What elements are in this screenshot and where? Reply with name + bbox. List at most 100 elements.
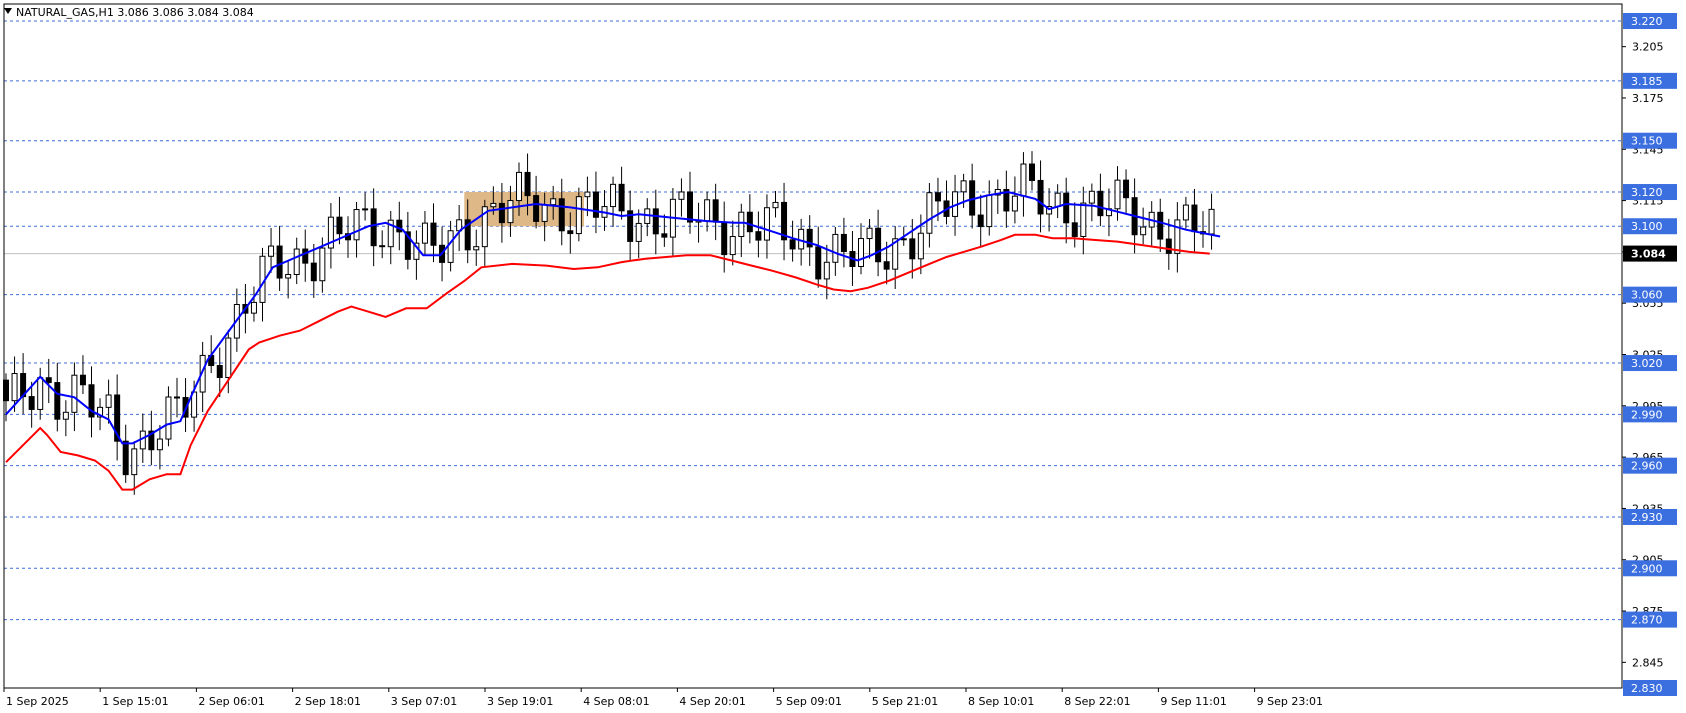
candle-body [516, 171, 522, 202]
level-label: 2.990 [1631, 408, 1663, 421]
candle-body [156, 438, 163, 451]
candle-body [319, 247, 326, 282]
candle-body [840, 233, 847, 253]
price-chart[interactable]: 3.2053.1753.1453.1153.0853.0553.0252.995… [0, 0, 1686, 713]
candle-body [533, 195, 540, 222]
candle-body [1140, 226, 1147, 236]
candle-body [789, 239, 796, 250]
candle-body [353, 209, 360, 241]
level-label: 3.060 [1631, 289, 1663, 302]
candle-body [909, 238, 916, 260]
candle-body [704, 199, 711, 222]
candle-body [276, 245, 283, 279]
time-tick-label: 9 Sep 23:01 [1257, 695, 1323, 708]
candle-body [746, 211, 753, 233]
candle-body [1054, 192, 1061, 208]
candle-body [165, 396, 172, 440]
candle-body [1191, 204, 1198, 233]
candle-body [635, 222, 642, 242]
candle-body [772, 201, 779, 209]
candle-body [1088, 190, 1095, 204]
candle-body [986, 194, 993, 228]
candle-body [1165, 238, 1172, 254]
candle-body [285, 274, 292, 279]
candle-body [174, 396, 180, 399]
candle-body [815, 246, 822, 280]
candle-body [1208, 208, 1215, 235]
candle-body [498, 202, 505, 224]
candle-body [610, 183, 617, 208]
candle-body [678, 191, 685, 200]
candle-body [934, 192, 941, 202]
candle-body [370, 208, 377, 247]
candle-body [362, 208, 369, 211]
candle-body [584, 191, 591, 198]
level-label: 2.870 [1631, 614, 1663, 627]
price-tick-label: 2.845 [1632, 656, 1664, 669]
moving-average-line [5, 233, 1210, 491]
candle-body [421, 222, 428, 244]
candle-body [336, 216, 343, 235]
candle-body [1123, 179, 1130, 199]
candle-body [473, 246, 480, 251]
candle-body [1174, 219, 1181, 254]
candle-body [1063, 192, 1070, 224]
candle-body [1029, 163, 1035, 181]
time-tick-label: 3 Sep 19:01 [487, 695, 553, 708]
candle-body [1071, 222, 1078, 237]
price-tick-label: 3.205 [1632, 41, 1664, 54]
candle-body [1097, 190, 1104, 217]
time-tick-label: 5 Sep 21:01 [872, 695, 938, 708]
candle-body [250, 301, 257, 314]
level-label: 2.930 [1631, 511, 1663, 524]
time-tick-label: 1 Sep 2025 [6, 695, 69, 708]
candle-body [302, 248, 309, 264]
candle-body [45, 377, 52, 384]
time-tick-label: 2 Sep 06:01 [198, 695, 264, 708]
price-tick-label: 3.175 [1632, 92, 1664, 105]
candle-body [917, 232, 924, 260]
candle-body [977, 214, 984, 228]
candle-body [1037, 179, 1044, 215]
candle-body [866, 227, 873, 240]
candle-body [268, 245, 275, 257]
candle-body [712, 199, 719, 223]
candle-body [37, 377, 44, 410]
candle-body [1114, 179, 1121, 210]
candle-body [550, 198, 557, 206]
candle-body [1011, 195, 1018, 212]
candle-body [293, 248, 300, 276]
candle-body [490, 202, 497, 208]
candle-body [11, 373, 18, 402]
candle-body [567, 230, 574, 235]
axes: 3.2053.1753.1453.1153.0853.0553.0252.995… [3, 3, 1664, 708]
level-label: 2.960 [1631, 460, 1663, 473]
candle-body [687, 191, 693, 223]
level-lines [4, 20, 1622, 689]
candle-body [729, 236, 736, 256]
candle-body [661, 233, 668, 238]
candle-body [1182, 204, 1189, 221]
candle-body [652, 208, 659, 235]
time-tick-label: 1 Sep 15:01 [102, 695, 168, 708]
candle-body [1080, 202, 1087, 237]
candle-body [541, 204, 548, 222]
time-tick-label: 8 Sep 10:01 [968, 695, 1034, 708]
candle-body [105, 394, 112, 408]
time-tick-label: 2 Sep 18:01 [295, 695, 361, 708]
candle-body [430, 222, 437, 246]
candle-body [62, 411, 69, 420]
time-tick-label: 4 Sep 20:01 [679, 695, 745, 708]
candle-body [592, 191, 599, 218]
candle-body [79, 374, 86, 386]
candlesticks [3, 151, 1215, 495]
level-label: 3.185 [1631, 75, 1663, 88]
candle-body [216, 365, 223, 378]
collapse-triangle-icon[interactable] [4, 8, 12, 14]
candle-body [721, 221, 728, 256]
candle-body [524, 171, 531, 197]
level-label: 2.900 [1631, 562, 1663, 575]
candle-body [447, 230, 454, 263]
candle-body [618, 183, 625, 212]
level-label: 3.020 [1631, 357, 1663, 370]
